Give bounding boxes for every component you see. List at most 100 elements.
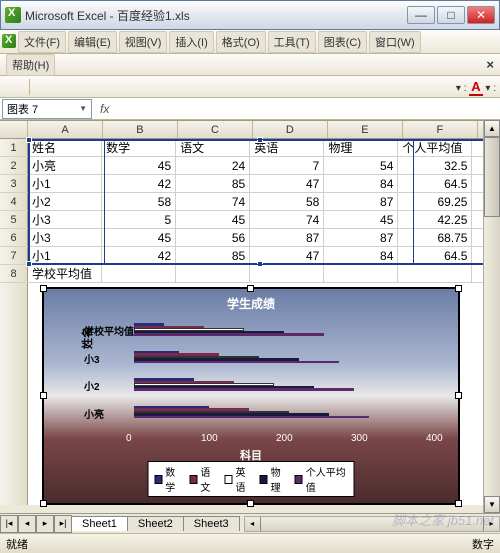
menu-insert[interactable]: 插入(I) — [169, 31, 213, 53]
legend-item[interactable]: 英语 — [225, 464, 252, 494]
maximize-button[interactable]: □ — [437, 6, 465, 24]
cell[interactable]: 85 — [176, 247, 250, 264]
chevron-down-icon[interactable]: ▼ — [79, 104, 87, 113]
col-header[interactable]: D — [253, 121, 328, 138]
col-header[interactable]: C — [178, 121, 253, 138]
cell[interactable]: 小亮 — [28, 157, 102, 174]
cell[interactable]: 54 — [324, 157, 398, 174]
embedded-chart[interactable]: 学生成绩 姓名 学校平均值小3小2小亮 0100200300400 科目 数学语… — [42, 287, 460, 505]
cell[interactable]: 42 — [102, 247, 176, 264]
minimize-button[interactable]: — — [407, 6, 435, 24]
menu-tools[interactable]: 工具(T) — [268, 31, 316, 53]
row-header[interactable]: 5 — [0, 211, 28, 228]
cell[interactable]: 姓名 — [28, 139, 102, 156]
scroll-right-button[interactable]: ▸ — [483, 517, 499, 531]
close-workbook-button[interactable]: × — [486, 57, 494, 72]
cell[interactable]: 45 — [324, 211, 398, 228]
cell[interactable]: 小3 — [28, 229, 102, 246]
cell[interactable]: 58 — [102, 193, 176, 210]
cell[interactable]: 84 — [324, 175, 398, 192]
cell[interactable]: 小2 — [28, 193, 102, 210]
formula-input[interactable] — [117, 99, 500, 119]
menu-window[interactable]: 窗口(W) — [369, 31, 421, 53]
col-header[interactable]: F — [403, 121, 478, 138]
cell[interactable]: 87 — [324, 193, 398, 210]
legend-item[interactable]: 物理 — [260, 464, 287, 494]
cell[interactable]: 85 — [176, 175, 250, 192]
cell[interactable]: 英语 — [250, 139, 324, 156]
cell[interactable] — [176, 265, 250, 282]
legend-item[interactable]: 个人平均值 — [295, 464, 348, 494]
legend-item[interactable]: 语文 — [190, 464, 217, 494]
font-color-icon[interactable]: A — [469, 79, 482, 96]
cell[interactable]: 语文 — [176, 139, 250, 156]
vertical-scrollbar[interactable]: ▲ ▼ — [483, 120, 500, 513]
tab-nav-first[interactable]: |◂ — [0, 515, 18, 533]
worksheet-grid[interactable]: A B C D E F 1姓名数学语文英语物理个人平均值2小亮452475432… — [0, 120, 500, 283]
cell[interactable]: 32.5 — [398, 157, 472, 174]
cell[interactable]: 58 — [250, 193, 324, 210]
cell[interactable]: 45 — [102, 157, 176, 174]
cell[interactable]: 87 — [250, 229, 324, 246]
cell[interactable]: 42.25 — [398, 211, 472, 228]
cell[interactable]: 56 — [176, 229, 250, 246]
cell[interactable]: 个人平均值 — [398, 139, 472, 156]
chart-plot-area[interactable] — [134, 319, 434, 429]
cell[interactable]: 小1 — [28, 247, 102, 264]
tab-nav-prev[interactable]: ◂ — [18, 515, 36, 533]
row-header[interactable]: 8 — [0, 265, 28, 282]
row-header[interactable]: 6 — [0, 229, 28, 246]
tab-nav-last[interactable]: ▸| — [54, 515, 72, 533]
cell[interactable]: 74 — [250, 211, 324, 228]
cell[interactable]: 45 — [176, 211, 250, 228]
chart-title[interactable]: 学生成绩 — [44, 289, 458, 312]
menu-help[interactable]: 帮助(H) — [6, 54, 55, 76]
row-header[interactable]: 3 — [0, 175, 28, 192]
menu-view[interactable]: 视图(V) — [119, 31, 168, 53]
row-header[interactable]: 7 — [0, 247, 28, 264]
scroll-up-button[interactable]: ▲ — [484, 120, 500, 137]
cell[interactable]: 数学 — [102, 139, 176, 156]
toolbar-button[interactable] — [4, 78, 24, 96]
menu-file[interactable]: 文件(F) — [18, 31, 66, 53]
cell[interactable]: 68.75 — [398, 229, 472, 246]
cell[interactable]: 84 — [324, 247, 398, 264]
row-header[interactable]: 2 — [0, 157, 28, 174]
sheet-tab[interactable]: Sheet2 — [127, 516, 184, 531]
row-header[interactable]: 1 — [0, 139, 28, 156]
chart-legend[interactable]: 数学语文英语物理个人平均值 — [148, 461, 355, 497]
excel-doc-icon[interactable] — [2, 34, 16, 48]
cell[interactable]: 24 — [176, 157, 250, 174]
cell[interactable]: 小1 — [28, 175, 102, 192]
cell[interactable] — [398, 265, 472, 282]
menu-chart[interactable]: 图表(C) — [318, 31, 367, 53]
cell[interactable]: 47 — [250, 175, 324, 192]
legend-item[interactable]: 数学 — [155, 464, 182, 494]
scroll-thumb[interactable] — [484, 137, 500, 217]
cell[interactable]: 64.5 — [398, 247, 472, 264]
cell[interactable]: 69.25 — [398, 193, 472, 210]
name-box[interactable]: 图表 7 ▼ — [2, 99, 92, 119]
cell[interactable] — [250, 265, 324, 282]
tab-nav-next[interactable]: ▸ — [36, 515, 54, 533]
cell[interactable]: 87 — [324, 229, 398, 246]
col-header[interactable]: E — [328, 121, 403, 138]
menu-format[interactable]: 格式(O) — [216, 31, 266, 53]
menu-edit[interactable]: 编辑(E) — [68, 31, 117, 53]
cell[interactable]: 74 — [176, 193, 250, 210]
select-all-corner[interactable] — [0, 121, 28, 138]
cell[interactable]: 47 — [250, 247, 324, 264]
cell[interactable]: 5 — [102, 211, 176, 228]
cell[interactable] — [324, 265, 398, 282]
cell[interactable]: 7 — [250, 157, 324, 174]
sheet-tab[interactable]: Sheet1 — [71, 516, 128, 531]
horizontal-scrollbar[interactable]: ◂ ▸ — [244, 516, 500, 532]
cell[interactable]: 物理 — [324, 139, 398, 156]
col-header[interactable]: B — [103, 121, 178, 138]
cell[interactable] — [102, 265, 176, 282]
fx-icon[interactable]: fx — [92, 102, 117, 116]
col-header[interactable]: A — [28, 121, 103, 138]
cell[interactable]: 45 — [102, 229, 176, 246]
sheet-tab[interactable]: Sheet3 — [183, 516, 240, 531]
row-header[interactable]: 4 — [0, 193, 28, 210]
